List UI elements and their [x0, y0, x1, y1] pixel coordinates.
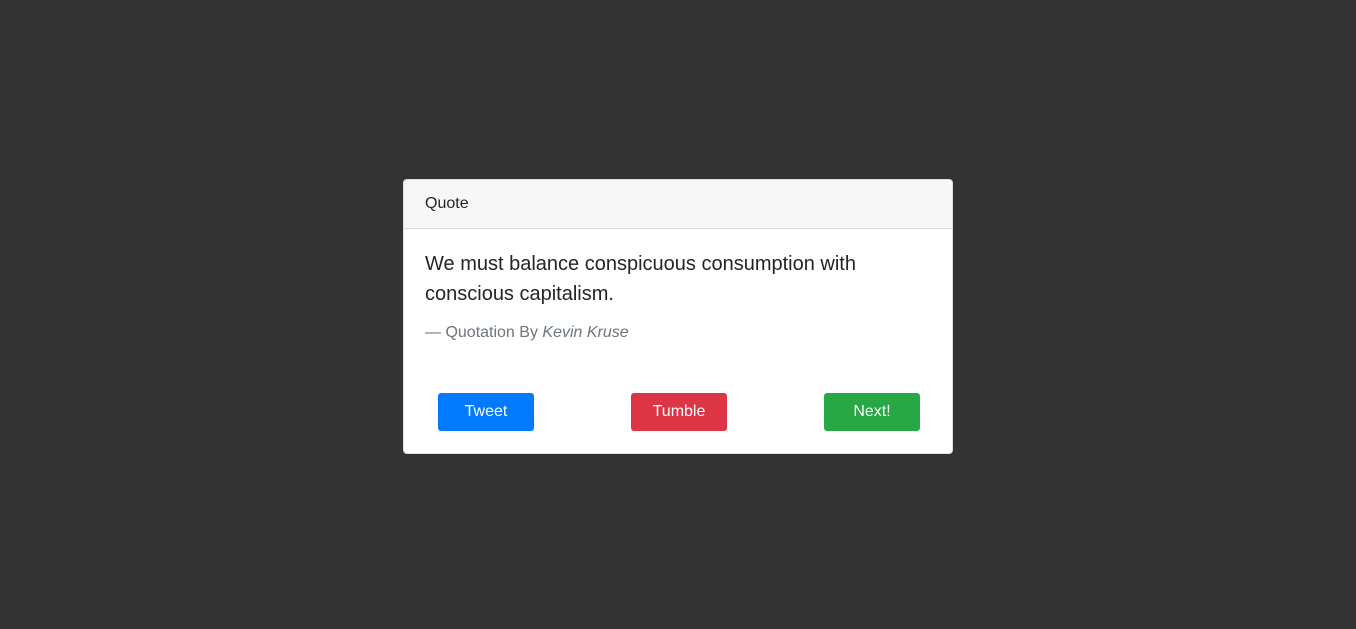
quote-text: We must balance conspicuous consumption … [425, 253, 856, 305]
card-title: Quote [425, 195, 469, 212]
card-header: Quote [404, 180, 952, 229]
tumble-button[interactable]: Tumble [631, 393, 727, 431]
next-quote-button[interactable]: Next! [824, 393, 920, 431]
attribution-prefix: — Quotation By [425, 324, 543, 341]
quote-author: Kevin Kruse [542, 324, 629, 341]
tweet-button[interactable]: Tweet [438, 393, 534, 431]
quote-attribution: — Quotation By Kevin Kruse [425, 324, 931, 342]
quote-card: Quote We must balance conspicuous consum… [403, 179, 953, 454]
card-body: We must balance conspicuous consumption … [404, 229, 952, 342]
